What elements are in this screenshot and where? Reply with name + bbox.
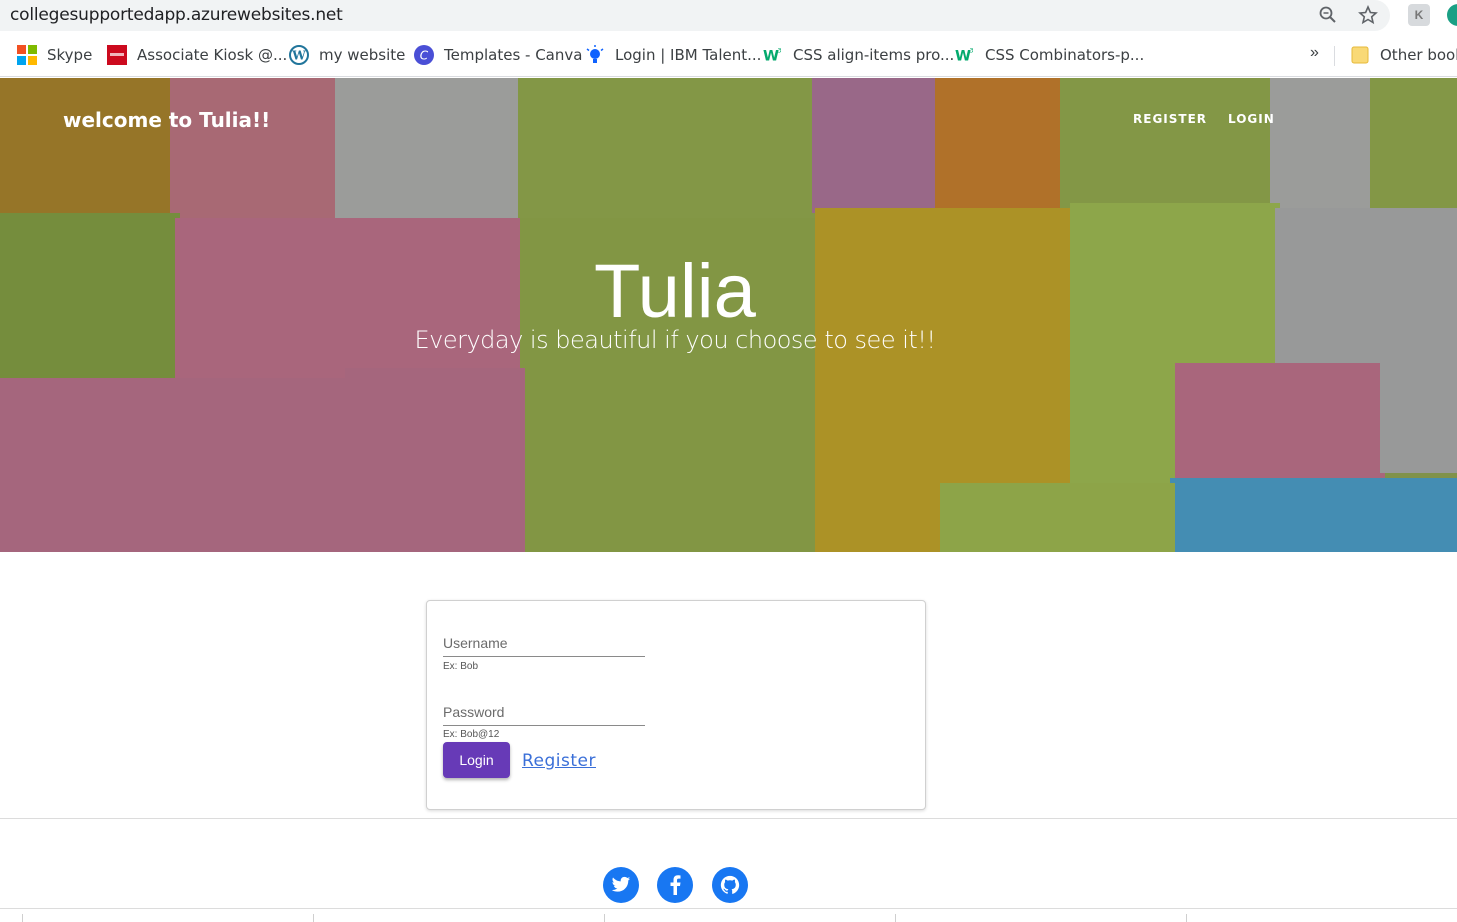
bookmark-my-website[interactable]: W my website <box>289 44 405 66</box>
wordpress-icon: W <box>289 45 309 65</box>
bookmark-css-align-items[interactable]: W3 CSS align-items pro... <box>763 44 954 66</box>
github-icon[interactable] <box>712 867 748 903</box>
bookmark-label: my website <box>319 46 406 64</box>
browser-toolbar: collegesupportedapp.azurewebsites.net K <box>0 0 1457 32</box>
bookmark-associate-kiosk[interactable]: Associate Kiosk @... <box>107 44 287 66</box>
bookmark-label: Associate Kiosk @... <box>137 46 288 64</box>
svg-text:3: 3 <box>778 47 782 54</box>
password-field-wrapper <box>443 700 645 726</box>
other-bookmarks[interactable]: Other bookm <box>1350 44 1457 66</box>
other-bookmarks-label: Other bookm <box>1380 46 1457 64</box>
facebook-icon[interactable] <box>657 867 693 903</box>
bookmark-canva[interactable]: C Templates - Canva <box>414 44 582 66</box>
bookmark-ibm-talent[interactable]: Login | IBM Talent... <box>585 44 761 66</box>
w3schools-icon: W3 <box>763 45 783 65</box>
svg-text:W: W <box>955 48 971 64</box>
bookmark-label: CSS align-items pro... <box>793 46 955 64</box>
login-button[interactable]: Login <box>443 742 510 778</box>
footer-column-divider <box>313 914 314 922</box>
bookmarks-separator <box>1334 46 1335 66</box>
brand-title[interactable]: welcome to Tulia!! <box>63 108 270 132</box>
footer-column-divider <box>604 914 605 922</box>
bookmark-css-combinators[interactable]: W3 CSS Combinators-p... <box>955 44 1144 66</box>
username-input[interactable] <box>443 631 645 657</box>
folder-icon <box>1350 45 1370 65</box>
bookmark-label: Templates - Canva <box>444 46 583 64</box>
url-text[interactable]: collegesupportedapp.azurewebsites.net <box>10 5 343 25</box>
footer-divider <box>0 908 1457 909</box>
svg-text:C: C <box>420 49 429 63</box>
hero-title: Tulia <box>594 249 756 334</box>
svg-text:3: 3 <box>970 47 974 54</box>
footer-column-divider <box>1186 914 1187 922</box>
nav-register-link[interactable]: REGISTER <box>1133 112 1207 126</box>
username-hint: Ex: Bob <box>443 661 479 672</box>
jcpenney-icon <box>107 45 127 65</box>
register-link[interactable]: Register <box>522 751 596 771</box>
twitter-icon[interactable] <box>603 867 639 903</box>
footer-column-divider <box>22 914 23 922</box>
username-field-wrapper <box>443 631 645 657</box>
bookmarks-bar: Skype Associate Kiosk @... W my website … <box>0 32 1457 77</box>
svg-text:W: W <box>763 48 779 64</box>
password-hint: Ex: Bob@12 <box>443 729 500 740</box>
svg-text:W: W <box>291 49 306 63</box>
password-input[interactable] <box>443 700 645 726</box>
bookmark-skype[interactable]: Skype <box>17 44 92 66</box>
login-card: Ex: Bob Ex: Bob@12 Login Register <box>426 600 926 810</box>
ibm-icon <box>585 45 605 65</box>
footer-column-divider <box>895 914 896 922</box>
microsoft-icon <box>17 45 37 65</box>
zoom-icon[interactable] <box>1317 4 1339 26</box>
w3schools-icon: W3 <box>955 45 975 65</box>
bookmarks-overflow-button[interactable]: » <box>1310 44 1319 62</box>
extension-green-icon[interactable] <box>1447 4 1457 26</box>
canva-icon: C <box>414 45 434 65</box>
section-divider <box>0 818 1457 819</box>
hero-banner: welcome to Tulia!! REGISTER LOGIN Tulia … <box>0 78 1457 552</box>
bookmark-label: CSS Combinators-p... <box>985 46 1145 64</box>
nav-login-link[interactable]: LOGIN <box>1228 112 1275 126</box>
bookmark-star-icon[interactable] <box>1357 4 1379 26</box>
bookmark-label: Skype <box>47 46 93 64</box>
address-bar[interactable]: collegesupportedapp.azurewebsites.net <box>0 0 1390 31</box>
extension-icon[interactable]: K <box>1408 4 1430 26</box>
bookmark-label: Login | IBM Talent... <box>615 46 762 64</box>
hero-subtitle: Everyday is beautiful if you choose to s… <box>414 326 936 354</box>
